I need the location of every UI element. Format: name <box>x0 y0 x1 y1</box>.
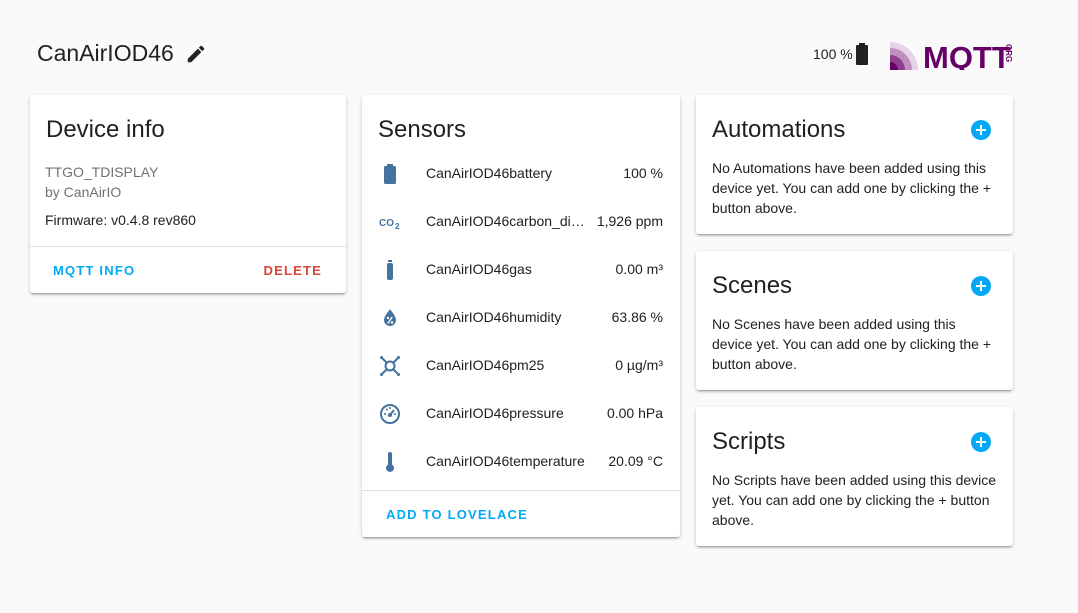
sensor-row-battery[interactable]: CanAirIOD46battery 100 % <box>362 150 680 198</box>
sensor-name: CanAirIOD46carbon_dio… <box>426 213 586 229</box>
device-info-title: Device info <box>46 116 165 143</box>
sensor-name: CanAirIOD46gas <box>426 261 532 277</box>
svg-text:2: 2 <box>395 222 400 231</box>
sensor-name: CanAirIOD46temperature <box>426 453 585 469</box>
mqtt-logo-text: MQTT <box>923 40 1011 70</box>
add-automation-button[interactable] <box>971 120 991 140</box>
air-particles-icon <box>380 356 400 376</box>
sensor-state: 0.00 hPa <box>606 405 663 421</box>
automations-title: Automations <box>712 116 846 143</box>
device-header: CanAirIOD46 100 % MQTT ORG <box>37 36 1013 72</box>
sensor-name: CanAirIOD46pressure <box>426 405 564 421</box>
card-divider <box>362 490 680 491</box>
sensor-row-pm25[interactable]: CanAirIOD46pm25 0 µg/m³ <box>362 342 680 390</box>
svg-text:CO: CO <box>379 218 394 229</box>
mqtt-logo: MQTT ORG <box>890 40 1013 70</box>
device-manufacturer: by CanAirIO <box>45 184 122 200</box>
scenes-empty-text: No Scenes have been added using this dev… <box>712 316 992 372</box>
add-script-button[interactable] <box>971 432 991 452</box>
co2-icon: CO 2 <box>379 218 400 231</box>
device-name-title: CanAirIOD46 <box>37 40 174 66</box>
sensors-card: Sensors CanAirIOD46battery 100 % CO 2 Ca… <box>362 95 680 537</box>
sensor-state: 0 µg/m³ <box>615 357 663 373</box>
gauge-icon <box>380 404 400 424</box>
automations-empty-text: No Automations have been added using thi… <box>712 160 992 216</box>
sensor-name: CanAirIOD46humidity <box>426 309 562 325</box>
sensor-name: CanAirIOD46pm25 <box>426 357 545 373</box>
sensor-state: 63.86 % <box>611 309 663 325</box>
scripts-title: Scripts <box>712 428 786 455</box>
card-divider <box>30 246 346 247</box>
sensor-row-temperature[interactable]: CanAirIOD46temperature 20.09 °C <box>362 438 680 486</box>
water-percent-icon <box>384 309 396 326</box>
gas-cylinder-icon <box>387 260 393 280</box>
battery-icon <box>856 43 868 65</box>
sensor-row-humidity[interactable]: CanAirIOD46humidity 63.86 % <box>362 294 680 342</box>
scenes-card: Scenes No Scenes have been added using t… <box>696 251 1013 390</box>
sensor-row-pressure[interactable]: CanAirIOD46pressure 0.00 hPa <box>362 390 680 438</box>
battery-level-text: 100 % <box>813 46 853 62</box>
sensor-state: 20.09 °C <box>608 453 663 469</box>
mqtt-info-button[interactable]: MQTT INFO <box>53 263 135 278</box>
battery-icon <box>384 164 396 184</box>
sensor-state: 1,926 ppm <box>596 213 663 229</box>
pencil-icon <box>187 45 205 63</box>
sensor-row-gas[interactable]: CanAirIOD46gas 0.00 m³ <box>362 246 680 294</box>
sensor-state: 100 % <box>623 165 663 181</box>
automations-card: Automations No Automations have been add… <box>696 95 1013 234</box>
sensor-name: CanAirIOD46battery <box>426 165 553 181</box>
device-model: TTGO_TDISPLAY <box>45 164 159 180</box>
edit-device-button[interactable] <box>185 43 207 65</box>
thermometer-icon <box>386 452 394 472</box>
device-info-card: Device info TTGO_TDISPLAY by CanAirIO Fi… <box>30 95 346 293</box>
add-to-lovelace-button[interactable]: ADD TO LOVELACE <box>386 507 528 522</box>
scenes-title: Scenes <box>712 272 793 299</box>
mqtt-logo-suffix: ORG <box>1004 44 1013 62</box>
add-scene-button[interactable] <box>971 276 991 296</box>
sensor-row-carbon-dioxide[interactable]: CO 2 CanAirIOD46carbon_dio… 1,926 ppm <box>362 198 680 246</box>
sensors-title: Sensors <box>378 116 467 143</box>
scripts-card: Scripts No Scripts have been added using… <box>696 407 1013 546</box>
device-firmware: Firmware: v0.4.8 rev860 <box>45 212 196 228</box>
scripts-empty-text: No Scripts have been added using this de… <box>712 472 997 528</box>
delete-button[interactable]: DELETE <box>264 263 322 278</box>
sensor-state: 0.00 m³ <box>615 261 663 277</box>
